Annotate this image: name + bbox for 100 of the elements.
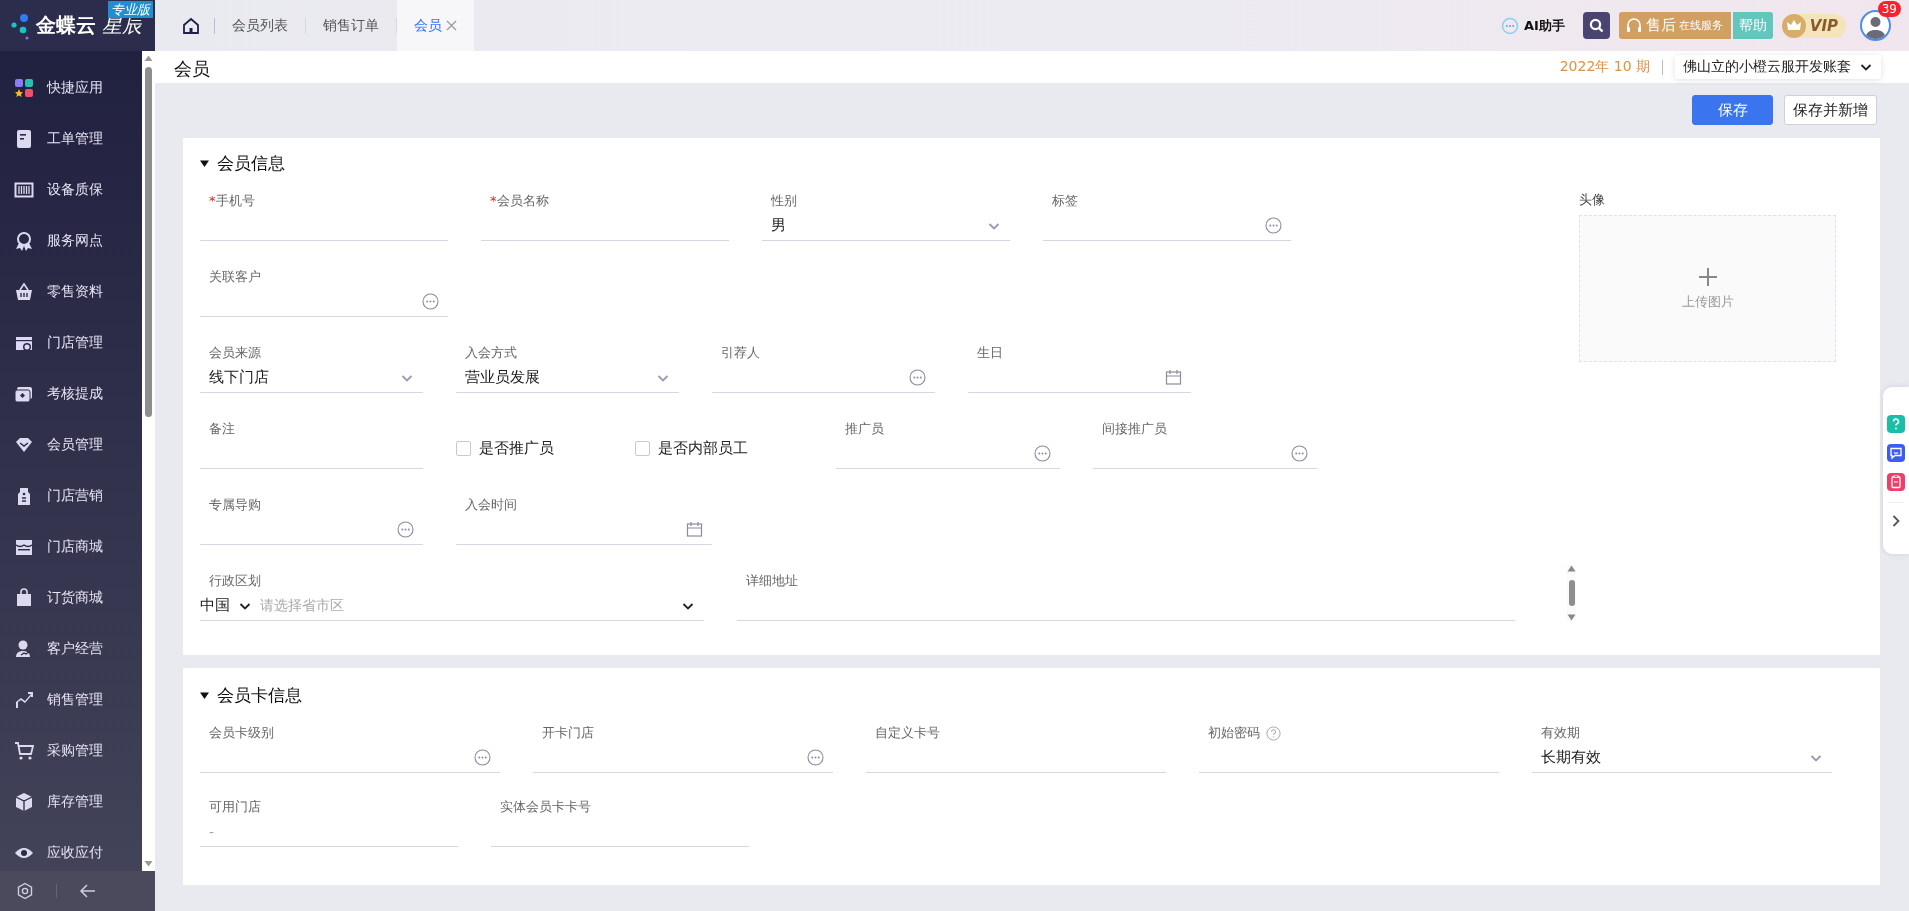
chevron-right-icon[interactable] (1890, 514, 1902, 528)
scroll-down-icon[interactable] (1567, 614, 1576, 621)
save-and-new-button[interactable]: 保存并新增 (1784, 95, 1877, 125)
bag-icon (14, 587, 34, 608)
field-label: 自定义卡号 (875, 724, 940, 742)
section-title: 会员卡信息 (217, 683, 302, 707)
ai-assistant-button[interactable]: AI助手 (1500, 16, 1565, 35)
field-label: 备注 (209, 420, 235, 438)
more-icon[interactable] (474, 749, 491, 766)
field-label: 会员卡级别 (209, 724, 274, 742)
collapse-icon[interactable] (200, 158, 209, 168)
search-icon (1588, 18, 1604, 33)
dropdown[interactable]: 长期有效 (1532, 743, 1832, 773)
scroll-thumb[interactable] (1568, 580, 1575, 606)
back-arrow-icon[interactable] (79, 882, 97, 900)
save-button[interactable]: 保存 (1692, 95, 1773, 125)
sidebar-item[interactable]: 快捷应用 (0, 62, 142, 113)
more-icon[interactable] (1265, 217, 1282, 234)
chat-icon[interactable] (1887, 444, 1905, 462)
more-icon[interactable] (397, 521, 414, 538)
account-dropdown[interactable]: 佛山立的小橙云服开发账套 (1675, 55, 1881, 79)
field-label: *手机号 (209, 192, 255, 210)
plus-icon (1697, 266, 1718, 287)
close-icon[interactable] (446, 20, 457, 31)
crown-icon (1781, 13, 1806, 38)
headset-icon (1624, 16, 1643, 35)
sidebar-item[interactable]: 门店商城 (0, 521, 142, 572)
sidebar-item[interactable]: 采购管理 (0, 725, 142, 776)
cube-icon (14, 791, 34, 812)
field-label: 头像 (1579, 191, 1606, 209)
app-grid-icon (14, 77, 34, 98)
dropdown[interactable]: 营业员发展 (456, 363, 679, 393)
accounting-period: 2022年 10 期 (1559, 58, 1650, 76)
field-label: 会员来源 (209, 344, 261, 362)
checkbox-label: 是否内部员工 (658, 438, 748, 458)
field-label: 引荐人 (721, 344, 760, 362)
basket-icon (14, 281, 34, 302)
home-icon[interactable] (182, 16, 200, 35)
sidebar-item[interactable]: 门店营销 (0, 470, 142, 521)
field-label: 入会方式 (465, 344, 517, 362)
vip-badge[interactable]: VIP (1781, 13, 1846, 38)
field-label: *会员名称 (490, 192, 549, 210)
settings-icon[interactable] (16, 882, 34, 900)
scroll-down-icon[interactable] (144, 860, 153, 868)
field-label: 推广员 (845, 420, 884, 438)
sidebar-item[interactable]: 考核提成 (0, 368, 142, 419)
help-icon[interactable] (1266, 725, 1281, 741)
document-icon (14, 128, 34, 149)
field-label: 实体会员卡卡号 (500, 798, 591, 816)
field-label: 标签 (1052, 192, 1078, 210)
dropdown[interactable]: 线下门店 (200, 363, 423, 393)
sidebar-item[interactable]: 门店管理 (0, 317, 142, 368)
more-icon[interactable] (1034, 445, 1051, 462)
checkbox[interactable] (635, 440, 650, 456)
sidebar-item[interactable]: 应收应付 (0, 827, 142, 871)
region-picker[interactable]: 中国 请选择省市区 (200, 591, 704, 621)
dropdown[interactable]: 男 (762, 211, 1010, 241)
checkbox[interactable] (456, 440, 471, 456)
field-label: 性别 (771, 192, 797, 210)
scrollbar[interactable] (142, 51, 155, 871)
field-label: 生日 (977, 344, 1003, 362)
sidebar-item[interactable]: 订货商城 (0, 572, 142, 623)
sidebar-item[interactable]: 零售资料 (0, 266, 142, 317)
scroll-up-icon[interactable] (144, 54, 153, 62)
more-icon[interactable] (909, 369, 926, 386)
calendar-icon[interactable] (686, 521, 703, 538)
trend-icon (14, 689, 34, 710)
cart-icon (14, 740, 34, 761)
field-label: 有效期 (1541, 724, 1580, 742)
field-label: 详细地址 (746, 572, 798, 590)
sidebar-item[interactable]: 设备质保 (0, 164, 142, 215)
calendar-icon[interactable] (1165, 369, 1182, 386)
section-title: 会员信息 (217, 151, 285, 175)
sidebar-item[interactable]: 会员管理 (0, 419, 142, 470)
sidebar-item[interactable]: 服务网点 (0, 215, 142, 266)
sidebar-item[interactable]: 库存管理 (0, 776, 142, 827)
award-icon (14, 230, 34, 251)
more-icon[interactable] (807, 749, 824, 766)
field-label: 专属导购 (209, 496, 261, 514)
scrollbar[interactable] (1567, 565, 1576, 621)
sidebar-item[interactable]: 销售管理 (0, 674, 142, 725)
more-icon[interactable] (1291, 445, 1308, 462)
field-label: 初始密码 (1208, 724, 1260, 742)
scroll-up-icon[interactable] (1567, 565, 1576, 572)
field-label: 可用门店 (209, 798, 261, 816)
sidebar-item[interactable]: 客户经营 (0, 623, 142, 674)
tab[interactable]: 会员 (397, 0, 474, 51)
field-label: 间接推广员 (1102, 420, 1167, 438)
collapse-icon[interactable] (200, 690, 209, 700)
checkbox-label: 是否推广员 (479, 438, 554, 458)
search-button[interactable] (1582, 12, 1610, 39)
clipboard-icon[interactable] (1887, 473, 1905, 491)
help-icon[interactable] (1887, 415, 1905, 433)
sidebar-item[interactable]: 工单管理 (0, 113, 142, 164)
tab[interactable]: 销售订单 (306, 0, 396, 51)
tab[interactable]: 会员列表 (215, 0, 305, 51)
notification-badge: 39 (1877, 1, 1901, 17)
more-icon[interactable] (422, 293, 439, 310)
field-label: 行政区划 (209, 572, 261, 590)
scroll-thumb[interactable] (145, 67, 152, 417)
